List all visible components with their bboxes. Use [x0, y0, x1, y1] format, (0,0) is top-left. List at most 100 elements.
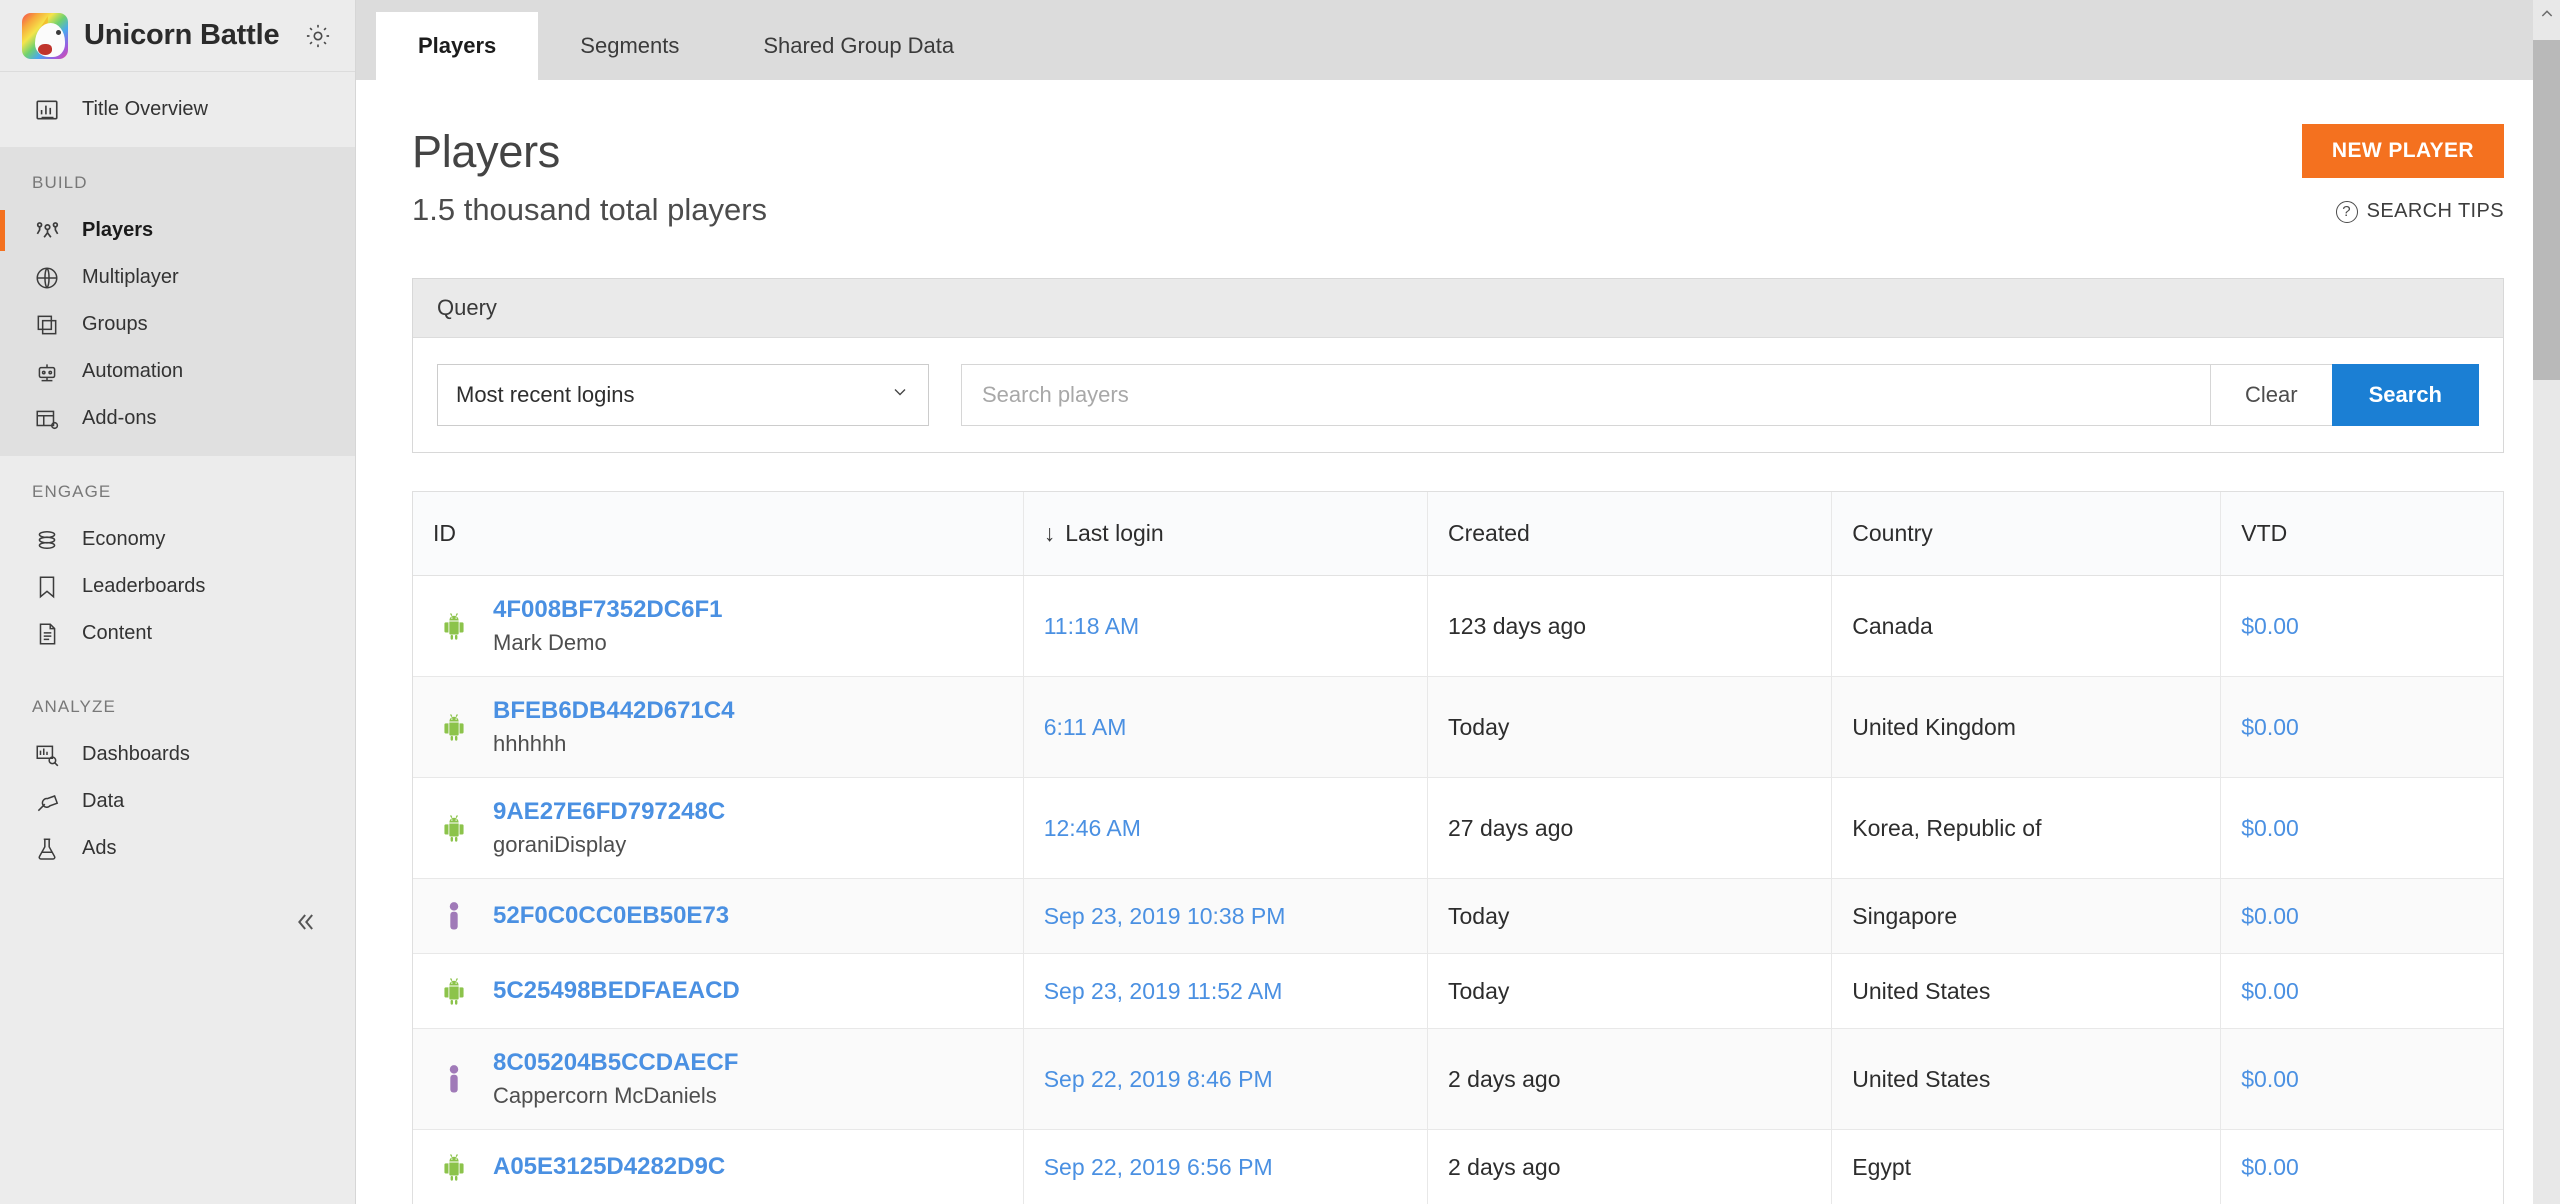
sidebar-item-automation[interactable]: Automation	[0, 348, 355, 395]
arrow-down-icon: ↓	[1043, 520, 1056, 546]
chevron-down-icon	[890, 382, 910, 408]
clear-button[interactable]: Clear	[2210, 364, 2332, 426]
table-row[interactable]: 4F008BF7352DC6F1 Mark Demo 11:18 AM 123 day…	[413, 575, 2503, 677]
tab-segments[interactable]: Segments	[538, 12, 721, 80]
column-header-vtd[interactable]: VTD	[2220, 492, 2503, 576]
search-tips-label: SEARCH TIPS	[2366, 200, 2504, 222]
last-login-link[interactable]: Sep 23, 2019 11:52 AM	[1044, 978, 1283, 1004]
sidebar-item-dashboards[interactable]: Dashboards	[0, 731, 355, 778]
sidebar-item-groups[interactable]: Groups	[0, 301, 355, 348]
player-id-link[interactable]: BFEB6DB442D671C4	[493, 697, 734, 725]
sidebar-item-label: Add-ons	[82, 407, 157, 429]
cell-created: 27 days ago	[1427, 777, 1833, 879]
last-login-link[interactable]: Sep 22, 2019 6:56 PM	[1044, 1154, 1273, 1180]
last-login-link[interactable]: Sep 23, 2019 10:38 PM	[1044, 903, 1286, 929]
table-row[interactable]: 52F0C0CC0EB50E73 Sep 23, 2019 10:38 PM Tod…	[413, 878, 2503, 954]
player-id-link[interactable]: 5C25498BEDFAEACD	[493, 977, 740, 1005]
player-id-link[interactable]: 52F0C0CC0EB50E73	[493, 902, 729, 930]
table-body: 4F008BF7352DC6F1 Mark Demo 11:18 AM 123 day…	[413, 575, 2503, 1204]
vtd-link[interactable]: $0.00	[2241, 903, 2299, 929]
sidebar-item-content[interactable]: Content	[0, 610, 355, 657]
column-header-last-login[interactable]: ↓ Last login	[1023, 492, 1428, 576]
last-login-link[interactable]: 11:18 AM	[1044, 613, 1139, 639]
page-subtitle: 1.5 thousand total players	[412, 192, 768, 227]
column-header-country[interactable]: Country	[1831, 492, 2222, 576]
android-icon	[433, 974, 475, 1008]
cell-last-login: 12:46 AM	[1023, 777, 1428, 879]
search-tips-link[interactable]: ? SEARCH TIPS	[2302, 200, 2504, 223]
page-header: Players 1.5 thousand total players NEW P…	[412, 80, 2504, 228]
column-header-created[interactable]: Created	[1427, 492, 1833, 576]
sidebar-item-add-ons[interactable]: Add-ons	[0, 395, 355, 442]
column-header-id[interactable]: ID	[413, 492, 1024, 576]
tab-players[interactable]: Players	[376, 12, 539, 80]
player-id-link[interactable]: A05E3125D4282D9C	[493, 1153, 725, 1181]
vertical-scrollbar[interactable]	[2533, 0, 2560, 1204]
double-chevron-left-icon[interactable]	[282, 900, 326, 944]
gear-icon[interactable]	[303, 21, 333, 51]
tab-label: Shared Group Data	[763, 33, 955, 58]
player-id-link[interactable]: 8C05204B5CCDAECF	[493, 1049, 738, 1077]
table-row[interactable]: 9AE27E6FD797248C goraniDisplay 12:46 AM 27 …	[413, 777, 2503, 879]
stacked-squares-icon	[32, 312, 62, 338]
chart-bars-icon	[32, 97, 62, 123]
player-id-link[interactable]: 9AE27E6FD797248C	[493, 798, 725, 826]
player-id-link[interactable]: 4F008BF7352DC6F1	[493, 596, 722, 624]
table-gear-icon	[32, 406, 62, 432]
sidebar-item-players[interactable]: Players	[0, 207, 355, 254]
cell-created: Today	[1427, 676, 1833, 778]
table-row[interactable]: 8C05204B5CCDAECF Cappercorn McDaniels Sep …	[413, 1028, 2503, 1130]
cell-last-login: 11:18 AM	[1023, 575, 1428, 677]
coins-stack-icon	[32, 527, 62, 553]
scroll-up-arrow-icon[interactable]	[2533, 0, 2560, 28]
sidebar-item-label: Ads	[82, 837, 117, 859]
scrollbar-thumb[interactable]	[2533, 40, 2560, 380]
vtd-link[interactable]: $0.00	[2241, 978, 2299, 1004]
cell-id: 8C05204B5CCDAECF Cappercorn McDaniels	[413, 1028, 1024, 1130]
last-login-link[interactable]: 12:46 AM	[1044, 815, 1141, 841]
created-value: Today	[1447, 902, 1510, 929]
cell-vtd: $0.00	[2220, 953, 2503, 1029]
table-row[interactable]: A05E3125D4282D9C Sep 22, 2019 6:56 PM 2 da…	[413, 1129, 2503, 1204]
cell-last-login: Sep 22, 2019 6:56 PM	[1023, 1129, 1428, 1204]
app-root: Unicorn Battle Title Overview BUILD Play…	[0, 0, 2560, 1204]
sidebar-item-leaderboards[interactable]: Leaderboards	[0, 563, 355, 610]
tab-label: Segments	[580, 33, 680, 58]
android-icon	[433, 1150, 475, 1184]
search-input[interactable]	[961, 364, 2211, 426]
last-login-link[interactable]: Sep 22, 2019 8:46 PM	[1044, 1066, 1273, 1092]
cell-country: United States	[1831, 1028, 2222, 1130]
section-label-analyze: ANALYZE	[32, 697, 116, 716]
player-display-name: goraniDisplay	[493, 832, 627, 857]
search-button[interactable]: Search	[2331, 364, 2479, 426]
cell-last-login: Sep 23, 2019 10:38 PM	[1023, 878, 1428, 954]
sidebar-item-multiplayer[interactable]: Multiplayer	[0, 254, 355, 301]
page-title: Players	[412, 126, 560, 177]
bookmark-icon	[32, 574, 62, 600]
cell-created: 2 days ago	[1427, 1028, 1833, 1130]
cell-vtd: $0.00	[2220, 575, 2503, 677]
country-value: Korea, Republic of	[1852, 814, 2042, 841]
cell-country: Egypt	[1831, 1129, 2222, 1204]
vtd-link[interactable]: $0.00	[2241, 714, 2299, 740]
player-display-name: hhhhhh	[493, 731, 567, 756]
sidebar-item-data[interactable]: Data	[0, 778, 355, 825]
vtd-link[interactable]: $0.00	[2241, 815, 2299, 841]
table-row[interactable]: BFEB6DB442D671C4 hhhhhh 6:11 AM Today United…	[413, 676, 2503, 778]
last-login-link[interactable]: 6:11 AM	[1044, 714, 1127, 740]
sidebar-item-economy[interactable]: Economy	[0, 516, 355, 563]
vtd-link[interactable]: $0.00	[2241, 1154, 2299, 1180]
new-player-button[interactable]: NEW PLAYER	[2301, 124, 2504, 178]
tab-shared-group-data[interactable]: Shared Group Data	[721, 12, 996, 80]
cell-created: Today	[1427, 878, 1833, 954]
sort-select[interactable]: Most recent logins	[437, 364, 929, 426]
cell-vtd: $0.00	[2220, 676, 2503, 778]
vtd-link[interactable]: $0.00	[2241, 1066, 2299, 1092]
sidebar-item-title-overview[interactable]: Title Overview	[0, 86, 355, 133]
table-row[interactable]: 5C25498BEDFAEACD Sep 23, 2019 11:52 AM Tod…	[413, 953, 2503, 1029]
vtd-link[interactable]: $0.00	[2241, 613, 2299, 639]
cell-id: A05E3125D4282D9C	[413, 1129, 1024, 1204]
sidebar-item-ads[interactable]: Ads	[0, 825, 355, 872]
sidebar-section-build: BUILD Players Multiplayer Groups Automat…	[0, 147, 355, 456]
sidebar-item-label: Content	[82, 622, 153, 644]
